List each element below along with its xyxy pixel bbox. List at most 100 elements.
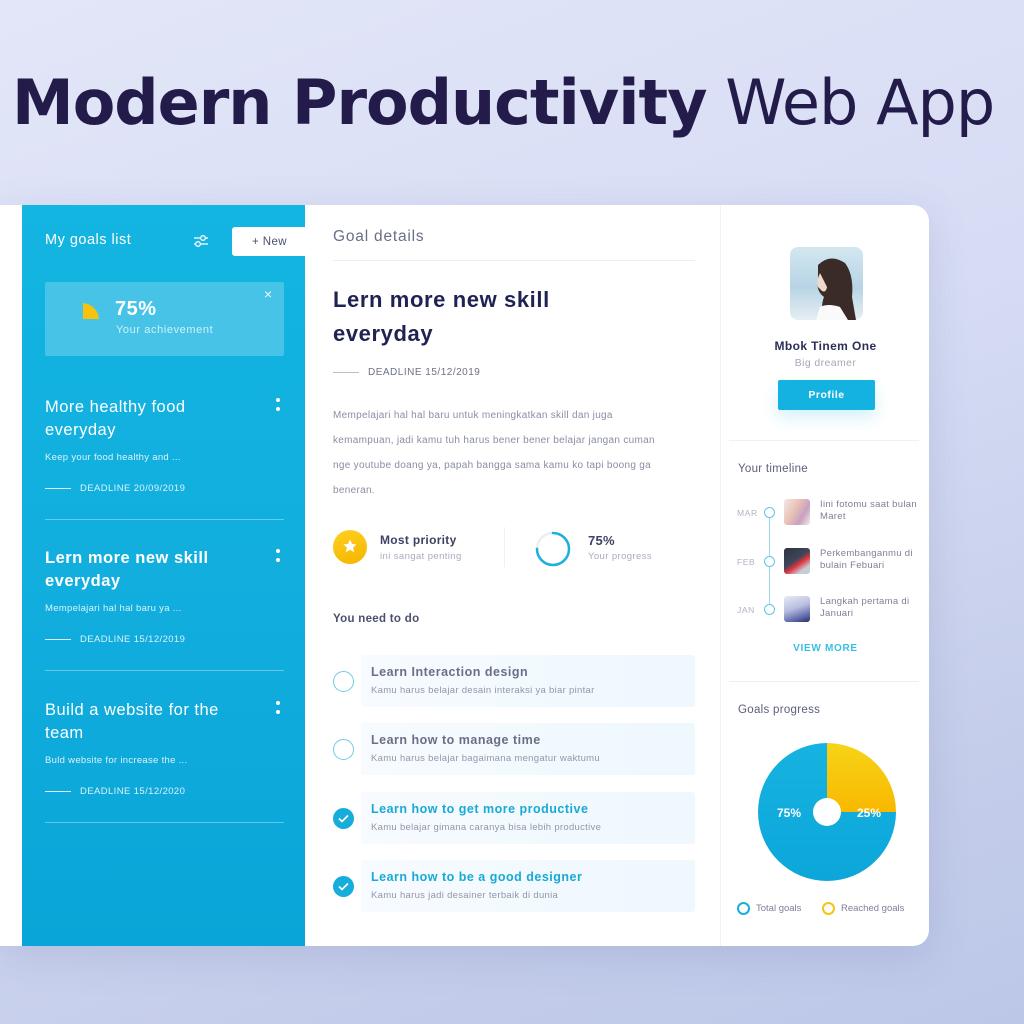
sidebar-header: My goals list + New (45, 227, 307, 257)
todo-subtitle: Kamu harus jadi desainer terbaik di duni… (371, 890, 559, 901)
todo-item[interactable]: Learn how to manage time Kamu harus bela… (333, 723, 695, 775)
progress-label: Your progress (588, 551, 652, 562)
profile-panel: Mbok Tinem One Big dreamer Profile Your … (720, 205, 929, 946)
more-vertical-icon[interactable] (272, 547, 284, 565)
new-goal-button[interactable]: + New (232, 227, 307, 256)
goal-deadline-text: DEADLINE 15/12/2019 (80, 634, 186, 645)
pie-slice-icon (83, 303, 99, 319)
timeline-month: MAR (737, 508, 758, 518)
more-vertical-icon[interactable] (272, 699, 284, 717)
pie-label: 25% (857, 806, 881, 820)
goal-deadline-text: DEADLINE 20/09/2019 (80, 483, 186, 494)
divider (504, 527, 505, 567)
profile-button[interactable]: Profile (778, 380, 875, 410)
goal-details-panel: Goal details Lern more new skill everyda… (305, 205, 720, 946)
progress-value: 75% (588, 533, 615, 548)
goals-pie-chart: 75% 25% (757, 742, 897, 882)
priority-stat: Most priority ini sangat penting (333, 530, 493, 566)
deadline-text: DEADLINE 15/12/2019 (368, 367, 481, 378)
timeline-dot (764, 507, 775, 518)
checkbox-unchecked[interactable] (333, 671, 354, 692)
goal-description: Buld website for increase the ... (45, 755, 188, 766)
hero-title-bold: Modern Productivity (12, 66, 708, 139)
timeline-text: Iini fotomu saat bulan Maret (820, 499, 917, 522)
progress-ring (535, 531, 571, 567)
sidebar-title: My goals list (45, 232, 132, 248)
legend-ring-icon (822, 902, 835, 915)
achievement-card: 75% Your achievement × (45, 282, 284, 356)
panel-header: Goal details (333, 228, 425, 245)
goal-list-item[interactable]: More healthy food everyday Keep your foo… (45, 396, 284, 494)
goal-detail-description: Mempelajari hal hal baru untuk meningkat… (333, 410, 655, 496)
goal-title: More healthy food everyday (45, 398, 186, 439)
goal-title: Lern more new skill everyday (45, 549, 209, 590)
legend-label: Total goals (756, 903, 802, 914)
checkbox-checked[interactable] (333, 808, 354, 829)
todo-title: Learn how to be a good designer (371, 870, 583, 884)
view-more-link[interactable]: VIEW MORE (721, 643, 929, 654)
priority-title: Most priority (380, 533, 457, 547)
pie-center-hole (813, 798, 841, 826)
more-vertical-icon[interactable] (272, 396, 284, 414)
legend-reached-goals: Reached goals (822, 902, 904, 915)
timeline-item[interactable]: JAN Langkah pertama di Januari (737, 596, 917, 626)
star-icon (333, 530, 367, 564)
todo-header: You need to do (333, 613, 420, 625)
goal-deadline: DEADLINE 15/12/2020 (45, 786, 284, 797)
goal-list-item[interactable]: Build a website for the team Buld websit… (45, 699, 284, 797)
divider (45, 519, 284, 520)
todo-subtitle: Kamu harus belajar desain interaksi ya b… (371, 685, 595, 696)
todo-title: Learn how to get more productive (371, 802, 589, 816)
timeline-dot (764, 604, 775, 615)
goal-deadline-text: DEADLINE 15/12/2020 (80, 786, 186, 797)
legend-label: Reached goals (841, 903, 905, 914)
goal-title: Build a website for the team (45, 701, 219, 742)
divider (729, 440, 919, 441)
check-icon (338, 814, 349, 823)
todo-subtitle: Kamu harus belajar bagaimana mengatur wa… (371, 753, 600, 764)
avatar (790, 247, 863, 320)
achievement-percent: 75% (115, 298, 157, 320)
pie-label: 75% (777, 806, 801, 820)
profile-name: Mbok Tinem One (774, 339, 877, 353)
timeline-month: FEB (737, 557, 756, 567)
divider (333, 260, 695, 261)
goal-list-item[interactable]: Lern more new skill everyday Mempelajari… (45, 547, 284, 645)
todo-title: Learn Interaction design (371, 665, 529, 679)
timeline-thumbnail (784, 596, 810, 622)
app-window: My goals list + New 75% Your achievement… (0, 205, 929, 946)
timeline-dot (764, 556, 775, 567)
hero-title-light: Web App (725, 66, 995, 139)
todo-item[interactable]: Learn how to get more productive Kamu be… (333, 792, 695, 844)
divider (45, 822, 284, 823)
timeline-item[interactable]: FEB Perkembanganmu di bulain Febuari (737, 548, 917, 578)
timeline-item[interactable]: MAR Iini fotomu saat bulan Maret (737, 499, 917, 529)
checkbox-checked[interactable] (333, 876, 354, 897)
legend-ring-icon (737, 902, 750, 915)
goal-detail-title: Lern more new skill everyday (333, 287, 550, 346)
checkbox-unchecked[interactable] (333, 739, 354, 760)
todo-item[interactable]: Learn how to be a good designer Kamu har… (333, 860, 695, 912)
priority-subtitle: ini sangat penting (380, 551, 462, 562)
close-icon[interactable]: × (264, 286, 272, 302)
progress-stat: 75% Your progress (534, 530, 674, 567)
goal-deadline: DEADLINE 15/12/2019 (45, 634, 284, 645)
todo-subtitle: Kamu belajar gimana caranya bisa lebih p… (371, 822, 602, 833)
hero-title: Modern Productivity Web App (12, 66, 995, 139)
legend-total-goals: Total goals (737, 902, 801, 915)
profile-role: Big dreamer (794, 357, 857, 369)
achievement-label: Your achievement (116, 324, 214, 336)
divider (729, 681, 919, 682)
timeline-thumbnail (784, 548, 810, 574)
goals-progress-header: Goals progress (738, 704, 821, 716)
todo-item[interactable]: Learn Interaction design Kamu harus bela… (333, 655, 695, 707)
timeline-text: Perkembanganmu di bulain Febuari (820, 548, 913, 571)
timeline-thumbnail (784, 499, 810, 525)
timeline-month: JAN (737, 605, 755, 615)
goal-detail-deadline: DEADLINE 15/12/2019 (333, 367, 480, 378)
filter-icon[interactable] (193, 233, 209, 249)
goal-description: Keep your food healthy and ... (45, 452, 181, 463)
pie-svg: 75% 25% (758, 743, 896, 881)
goal-deadline: DEADLINE 20/09/2019 (45, 483, 284, 494)
todo-title: Learn how to manage time (371, 733, 541, 747)
